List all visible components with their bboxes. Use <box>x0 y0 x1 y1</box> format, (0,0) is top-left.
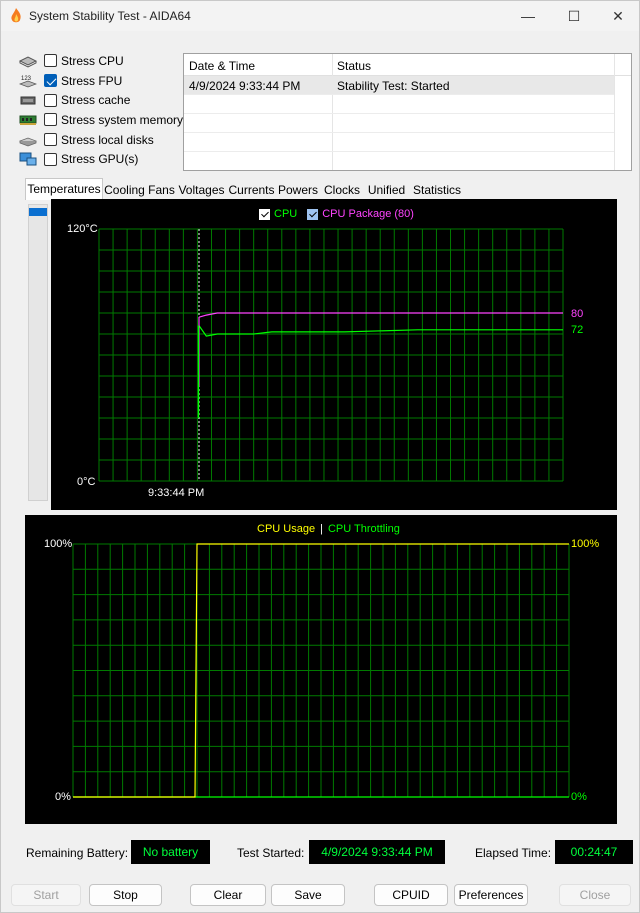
stress-memory-option[interactable]: Stress system memory <box>17 110 183 130</box>
elapsed-time-value: 00:24:47 <box>555 840 633 864</box>
log-column-divider <box>614 54 615 170</box>
cpu-usage-graph: CPU Usage | CPU Throttling 100% 0% 100% … <box>25 515 617 824</box>
stress-disks-option[interactable]: Stress local disks <box>17 130 179 150</box>
tab-unified[interactable]: Unified <box>364 179 409 199</box>
stress-disks-checkbox[interactable] <box>44 133 57 147</box>
log-cell-time: 4/9/2024 9:33:44 PM <box>189 79 301 93</box>
status-bar: Remaining Battery: No battery Test Start… <box>1 837 640 867</box>
sensor-scroll-panel[interactable] <box>28 204 48 501</box>
stress-cpu-label: Stress CPU <box>61 53 124 68</box>
stress-fpu-option[interactable]: 123 Stress FPU <box>17 71 179 91</box>
temperature-plot <box>98 228 564 482</box>
temp-y-max-label: 120°C <box>67 223 98 235</box>
cpu-right-bottom-label: 0% <box>571 791 587 803</box>
stress-cache-label: Stress cache <box>61 93 131 108</box>
maximize-button[interactable]: ☐ <box>551 1 597 31</box>
fpu-123-icon: 123 <box>19 76 37 87</box>
test-started-label: Test Started: <box>237 846 305 860</box>
cpu-right-top-label: 100% <box>571 538 600 550</box>
stress-cpu-checkbox[interactable] <box>44 54 57 68</box>
elapsed-time-label: Elapsed Time: <box>475 846 552 860</box>
tab-statistics[interactable]: Statistics <box>409 179 465 199</box>
legend-cpu-package-label: CPU Package (80) <box>322 208 414 220</box>
stress-fpu-label: Stress FPU <box>61 73 123 88</box>
stop-button[interactable]: Stop <box>89 884 162 906</box>
gpu-monitor-icon <box>19 152 37 166</box>
legend-separator: | <box>320 523 323 535</box>
svg-text:123: 123 <box>21 76 32 82</box>
temp-legend: CPU CPU Package (80) <box>259 208 414 220</box>
title-bar: System Stability Test - AIDA64 — ☐ ✕ <box>1 1 639 31</box>
close-button[interactable]: Close <box>559 884 631 906</box>
stress-cache-checkbox[interactable] <box>44 93 57 107</box>
log-empty-row <box>184 95 614 114</box>
sensor-tabs: Temperatures Cooling Fans Voltages Curre… <box>25 178 465 200</box>
stress-memory-checkbox[interactable] <box>44 113 57 127</box>
preferences-button[interactable]: Preferences <box>454 884 528 906</box>
legend-cpu-package-checkbox[interactable] <box>307 208 319 220</box>
stability-test-window: System Stability Test - AIDA64 — ☐ ✕ Str… <box>0 0 640 913</box>
cpu-left-bottom-label: 0% <box>55 791 71 803</box>
temp-package-value-label: 80 <box>571 308 584 320</box>
clear-button[interactable]: Clear <box>190 884 266 906</box>
temp-y-min-label: 0°C <box>77 476 96 488</box>
start-button[interactable]: Start <box>11 884 81 906</box>
stress-cache-option[interactable]: Stress cache <box>17 90 179 110</box>
aida64-flame-icon <box>11 8 21 23</box>
save-button[interactable]: Save <box>271 884 345 906</box>
minimize-button[interactable]: — <box>505 1 551 31</box>
stress-fpu-checkbox[interactable] <box>44 74 57 88</box>
battery-label: Remaining Battery: <box>26 846 129 860</box>
scroll-thumb[interactable] <box>29 208 47 216</box>
log-empty-row <box>184 114 614 133</box>
log-header-status[interactable]: Status <box>337 59 371 73</box>
legend-cpu-throttling: CPU Throttling <box>327 523 400 535</box>
cpu-chip-icon <box>19 56 37 68</box>
cpu-usage-plot <box>72 543 570 798</box>
tab-voltages[interactable]: Voltages <box>176 179 227 199</box>
tab-cooling-fans[interactable]: Cooling Fans <box>103 179 176 199</box>
stress-options: Stress CPU 123 Stress FPU Stress cache S… <box>17 51 183 169</box>
cpu-legend: CPU Usage | CPU Throttling <box>257 523 400 535</box>
stress-cpu-option[interactable]: Stress CPU <box>17 51 179 71</box>
cpu-left-top-label: 100% <box>44 538 73 550</box>
legend-cpu-usage: CPU Usage <box>257 523 316 535</box>
status-log-table[interactable]: Date & Time Status 4/9/2024 9:33:44 PM S… <box>183 53 632 171</box>
temp-cpu-value-label: 72 <box>571 324 584 336</box>
temp-x-time-label: 9:33:44 PM <box>148 487 205 499</box>
log-header: Date & Time Status <box>184 54 631 76</box>
log-empty-row <box>184 133 614 152</box>
battery-value: No battery <box>131 840 210 864</box>
close-window-button[interactable]: ✕ <box>595 1 640 31</box>
stress-gpu-option[interactable]: Stress GPU(s) <box>17 149 179 169</box>
stress-gpu-label: Stress GPU(s) <box>61 152 139 167</box>
log-row[interactable]: 4/9/2024 9:33:44 PM Stability Test: Star… <box>184 76 614 95</box>
tab-temperatures[interactable]: Temperatures <box>25 178 103 200</box>
memory-module-icon <box>19 115 37 125</box>
log-header-datetime[interactable]: Date & Time <box>189 59 255 73</box>
button-row: Start Stop Clear Save CPUID Preferences … <box>1 884 640 908</box>
legend-cpu-label: CPU <box>274 208 298 220</box>
log-cell-status: Stability Test: Started <box>337 79 450 93</box>
tab-clocks[interactable]: Clocks <box>320 179 364 199</box>
stress-disks-label: Stress local disks <box>61 132 154 147</box>
window-title: System Stability Test - AIDA64 <box>29 9 191 23</box>
tab-currents[interactable]: Currents <box>227 179 276 199</box>
stress-gpu-checkbox[interactable] <box>44 152 57 166</box>
temperature-graph: CPU CPU Package (80) 120°C 0°C 9:33:44 P… <box>51 199 617 510</box>
cpuid-button[interactable]: CPUID <box>374 884 448 906</box>
cache-chip-icon <box>20 96 36 105</box>
disk-drive-icon <box>19 137 37 147</box>
test-started-value: 4/9/2024 9:33:44 PM <box>309 840 445 864</box>
stress-memory-label: Stress system memory <box>61 112 184 127</box>
tab-powers[interactable]: Powers <box>276 179 320 199</box>
legend-cpu-checkbox[interactable] <box>259 208 270 220</box>
